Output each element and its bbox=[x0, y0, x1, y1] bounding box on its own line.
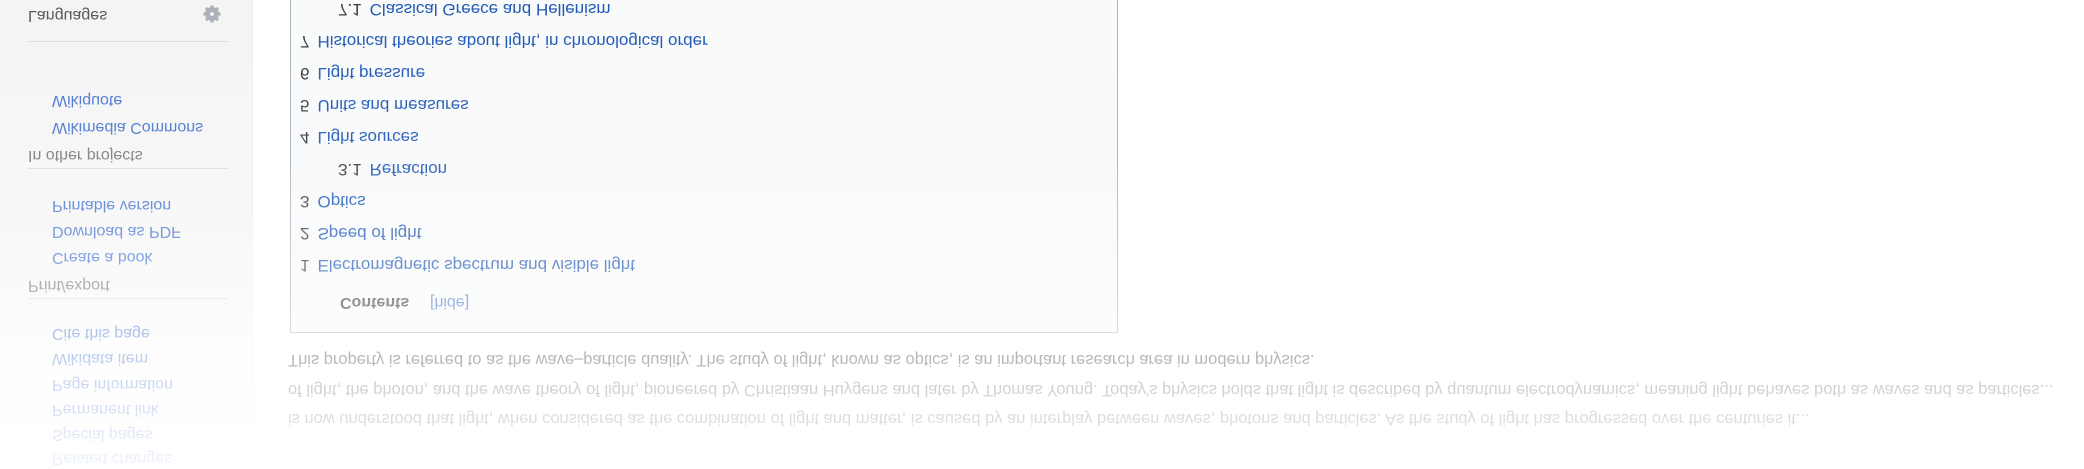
toc-item-number: 1 bbox=[300, 256, 310, 275]
toc-item-label: Refraction bbox=[369, 160, 448, 179]
toc-item-number: 7.1 bbox=[338, 0, 362, 19]
toc-item-number: 5 bbox=[300, 96, 310, 115]
toc-item[interactable]: 2 Speed of light bbox=[300, 223, 421, 243]
toc-item-label: Light sources bbox=[317, 128, 419, 147]
article-paragraph-line: This property is referred to as the wave… bbox=[288, 351, 1315, 369]
toc-hide-link[interactable]: [hide] bbox=[430, 293, 469, 311]
toc-item-number: 2 bbox=[300, 224, 310, 243]
toc-item[interactable]: 5 Units and measures bbox=[300, 95, 469, 115]
article-content: is now understood that light, when consi… bbox=[0, 0, 2084, 469]
toc-item-label: Light pressure bbox=[317, 64, 426, 83]
toc-item-label: Historical theories about light, in chro… bbox=[317, 32, 708, 51]
toc-item[interactable]: 7.1 Classical Greece and Hellenism bbox=[338, 0, 611, 19]
article-paragraph-line: of light, the photon, and the wave theor… bbox=[288, 381, 2054, 399]
toc-item-number: 6 bbox=[300, 64, 310, 83]
toc-item-number: 7 bbox=[300, 32, 310, 51]
toc-item-label: Units and measures bbox=[317, 96, 469, 115]
toc-item-label: Speed of light bbox=[317, 224, 422, 243]
toc-item-label: Optics bbox=[317, 192, 366, 211]
toc-item-label: Electromagnetic spectrum and visible lig… bbox=[317, 256, 635, 275]
toc-title: Contents bbox=[340, 293, 409, 311]
toc-item-number: 3 bbox=[300, 192, 310, 211]
toc-item[interactable]: 6 Light pressure bbox=[300, 63, 425, 83]
page-mirrored: Related changes Special pages Permanent … bbox=[0, 0, 2084, 469]
toc-item[interactable]: 7 Historical theories about light, in chr… bbox=[300, 31, 708, 51]
article-paragraph-line: is now understood that light, when consi… bbox=[288, 410, 1810, 428]
toc-item-label: Classical Greece and Hellenism bbox=[369, 0, 611, 19]
toc-item[interactable]: 1 Electromagnetic spectrum and visible li… bbox=[300, 255, 635, 275]
toc-item[interactable]: 3.1 Refraction bbox=[338, 159, 447, 179]
toc-item[interactable]: 3 Optics bbox=[300, 191, 366, 211]
toc-item[interactable]: 4 Light sources bbox=[300, 127, 419, 147]
toc-item-number: 3.1 bbox=[338, 160, 362, 179]
toc-title-text: Contents bbox=[340, 294, 410, 311]
toc-item-number: 4 bbox=[300, 128, 310, 147]
